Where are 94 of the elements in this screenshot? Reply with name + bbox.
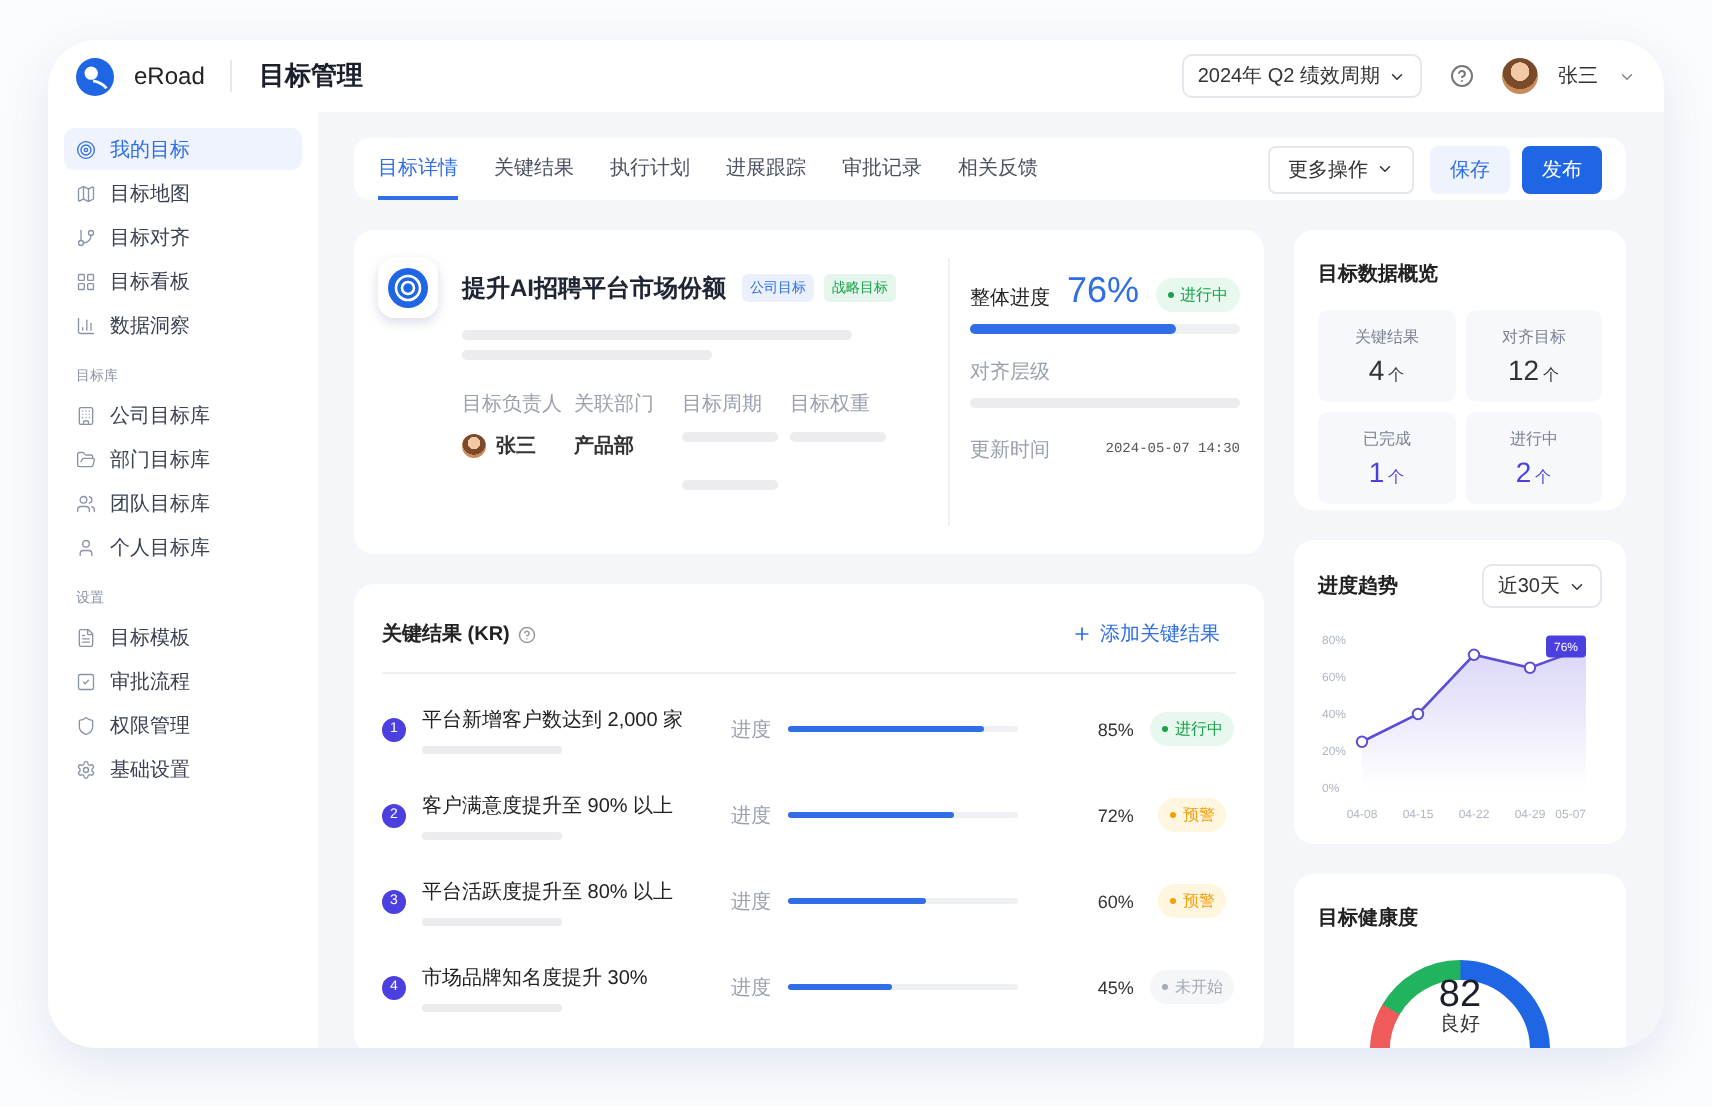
app-title: 目标管理 <box>258 58 365 94</box>
period-select[interactable]: 2024年 Q2 绩效周期 <box>1181 54 1422 98</box>
target-icon <box>378 258 438 318</box>
owner-value: 张三 <box>462 432 562 460</box>
card-title: 目标健康度 <box>1318 908 1418 930</box>
field-label: 对齐层级 <box>970 359 1052 386</box>
publish-button[interactable]: 发布 <box>1522 145 1602 193</box>
status-badge: 未开始 <box>1150 970 1235 1004</box>
plus-icon <box>1072 624 1092 644</box>
data-point <box>1411 707 1425 721</box>
nav-icon <box>76 227 96 247</box>
brand-name: eRoad <box>134 62 205 90</box>
card-title: 目标数据概览 <box>1318 264 1438 286</box>
field-label: 关联部门 <box>574 391 656 418</box>
objective-title: 提升AI招聘平台市场份额 <box>462 271 726 305</box>
progress-value: 60% <box>1095 891 1134 911</box>
range-select[interactable]: 近30天 <box>1481 564 1602 608</box>
sidebar-item[interactable]: 目标对齐 <box>64 216 302 258</box>
progress-value: 45% <box>1095 977 1134 997</box>
stat-label: 已完成 <box>1362 428 1411 450</box>
data-point <box>1355 735 1369 748</box>
sidebar-item[interactable]: 公司目标库 <box>64 394 302 436</box>
progress-label: 进度 <box>731 717 773 743</box>
progress-value: 72% <box>1095 805 1134 825</box>
progress-label: 进度 <box>731 889 773 915</box>
key-result-title: 平台新增客户数达到 2,000 家 <box>422 707 686 733</box>
nav-icon <box>76 759 96 779</box>
progress-label: 整体进度 <box>970 285 1050 312</box>
field-label: 目标权重 <box>790 391 872 418</box>
card-title: 关键结果 (KR) <box>382 621 510 648</box>
health-rating: 良好 <box>1440 1014 1480 1036</box>
help-icon[interactable] <box>1450 64 1474 88</box>
user-avatar[interactable] <box>1502 58 1538 94</box>
stat-value: 2 个 <box>1515 456 1552 488</box>
nav-icon <box>76 537 96 557</box>
sidebar-item[interactable]: 我的目标 <box>64 128 302 170</box>
field-label: 目标负责人 <box>462 391 562 418</box>
tab[interactable]: 相关反馈 <box>958 138 1038 200</box>
sidebar-item[interactable]: 部门目标库 <box>64 438 302 480</box>
sidebar-item[interactable]: 权限管理 <box>64 704 302 746</box>
field-label: 目标周期 <box>682 391 764 418</box>
caret-icon <box>1376 160 1394 178</box>
data-point <box>1467 648 1481 661</box>
card-title: 进度趋势 <box>1318 572 1398 600</box>
progress-value: 76% <box>1066 270 1140 312</box>
sidebar-item[interactable]: 团队目标库 <box>64 482 302 524</box>
sidebar-item[interactable]: 审批流程 <box>64 660 302 702</box>
health-score: 82 <box>1438 976 1482 1014</box>
status-badge: 进行中 <box>1150 712 1235 746</box>
nav-icon <box>76 627 96 647</box>
tab[interactable]: 目标详情 <box>378 138 458 200</box>
tab[interactable]: 审批记录 <box>842 138 922 200</box>
sidebar-item[interactable]: 目标地图 <box>64 172 302 214</box>
stat-value: 12 个 <box>1507 354 1560 386</box>
nav-icon <box>76 449 96 469</box>
nav-icon <box>76 493 96 513</box>
stat-value: 4 个 <box>1368 354 1405 386</box>
more-actions-button[interactable]: 更多操作 <box>1268 145 1414 193</box>
key-result-title: 客户满意度提升至 90% 以上 <box>422 793 676 819</box>
sidebar-item[interactable]: 个人目标库 <box>64 526 302 568</box>
status-badge: 进行中 <box>1156 278 1240 312</box>
progress-value: 85% <box>1095 719 1134 739</box>
stat-label: 关键结果 <box>1354 326 1419 348</box>
nav-icon <box>76 315 96 335</box>
sidebar-item[interactable]: 目标模板 <box>64 616 302 658</box>
stat-label: 进行中 <box>1509 428 1558 450</box>
sidebar-item[interactable]: 基础设置 <box>64 748 302 790</box>
key-result-title: 平台活跃度提升至 80% 以上 <box>422 879 676 905</box>
key-result-title: 市场品牌知名度提升 30% <box>422 965 650 991</box>
stat-value: 1 个 <box>1368 456 1405 488</box>
nav-icon <box>76 139 96 159</box>
field-label: 更新时间 <box>970 437 1050 464</box>
status-badge: 预警 <box>1158 798 1227 832</box>
tab[interactable]: 关键结果 <box>494 138 574 200</box>
add-key-result-button[interactable]: 添加关键结果 <box>1072 620 1220 648</box>
help-icon[interactable] <box>517 625 536 643</box>
data-point <box>1523 661 1537 674</box>
stat-label: 对齐目标 <box>1501 326 1566 348</box>
sidebar-item[interactable]: 目标看板 <box>64 260 302 302</box>
status-badge: 预警 <box>1158 884 1227 918</box>
nav-icon <box>76 183 96 203</box>
save-button[interactable]: 保存 <box>1430 145 1510 193</box>
progress-label: 进度 <box>731 975 773 1001</box>
nav-icon <box>76 671 96 691</box>
logo-icon <box>76 57 114 95</box>
progress-label: 进度 <box>731 803 773 829</box>
tab[interactable]: 执行计划 <box>610 138 690 200</box>
user-name[interactable]: 张三 <box>1558 62 1598 90</box>
field-value: 产品部 <box>574 433 636 460</box>
nav-icon <box>76 715 96 735</box>
nav-icon <box>76 271 96 291</box>
sidebar-item[interactable]: 数据洞察 <box>64 304 302 346</box>
tab[interactable]: 进展跟踪 <box>726 138 806 200</box>
nav-icon <box>76 405 96 425</box>
